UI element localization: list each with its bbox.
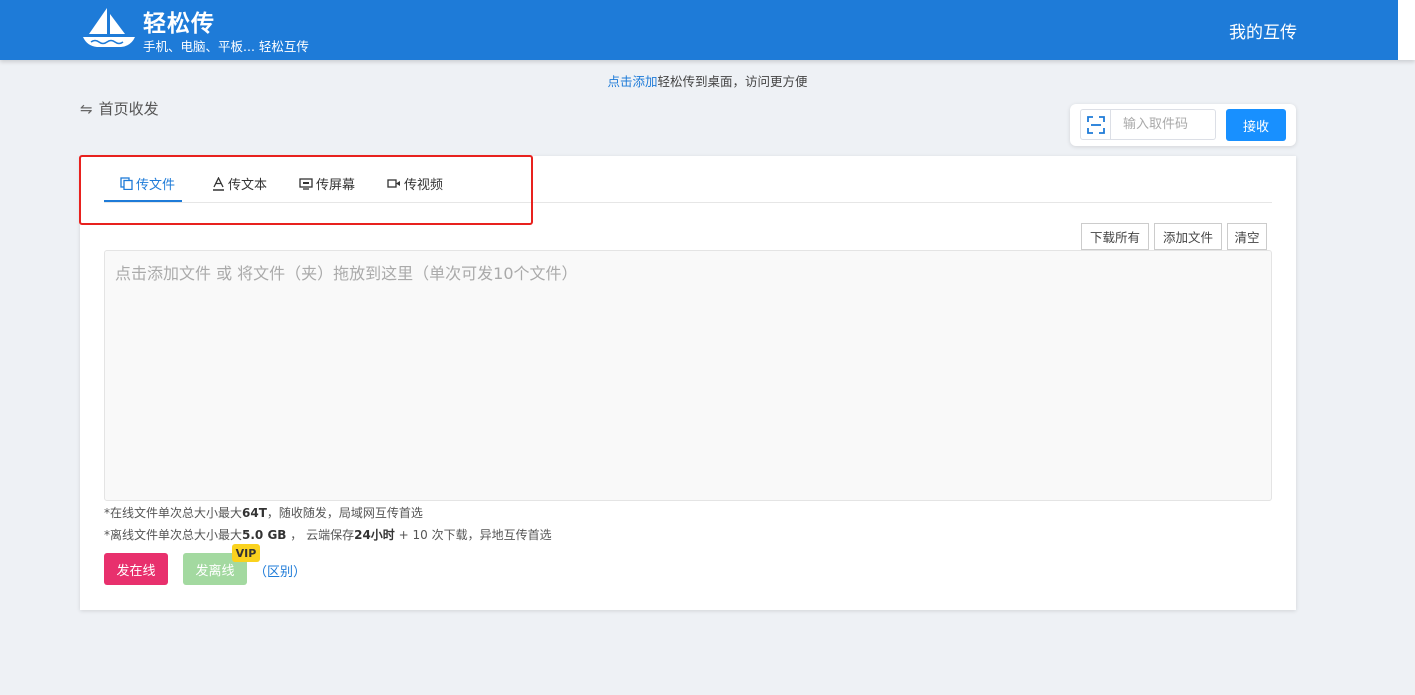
info-bold: 5.0 GB (242, 528, 287, 542)
video-icon (387, 179, 400, 188)
online-info-line: *在线文件单次总大小最大64T，随收随发，局域网互传首选 (104, 504, 423, 521)
brand-subtitle: 手机、电脑、平板... 轻松互传 (143, 39, 309, 54)
receive-button[interactable]: 接收 (1226, 109, 1286, 141)
tab-label: 传屏幕 (316, 178, 356, 193)
tab-send-screen[interactable]: 传屏幕 (299, 174, 355, 193)
add-to-desktop-link[interactable]: 点击添加 (607, 74, 657, 89)
active-tab-indicator (104, 200, 182, 202)
tab-send-file[interactable]: 传文件 (120, 174, 175, 193)
tab-send-video[interactable]: 传视频 (387, 174, 443, 193)
info-text: ， 云端保存 (286, 528, 355, 542)
file-copy-icon (120, 177, 133, 190)
app-header: 轻松传 手机、电脑、平板... 轻松互传 我的互传 (0, 0, 1415, 60)
pickup-code-field (1080, 109, 1216, 140)
info-bold: 24小时 (354, 528, 395, 542)
notice-text: 轻松传到桌面，访问更方便 (657, 74, 808, 89)
sailboat-logo-icon (83, 8, 135, 47)
offline-info-line: *离线文件单次总大小最大5.0 GB ， 云端保存24小时 + 10 次下载，异… (104, 526, 552, 543)
vip-badge: VIP (232, 544, 260, 562)
info-text: *在线文件单次总大小最大 (104, 506, 243, 520)
send-online-button[interactable]: 发在线 (104, 553, 168, 585)
my-transfers-link[interactable]: 我的互传 (1229, 18, 1297, 43)
clear-button[interactable]: 清空 (1227, 223, 1267, 250)
scrollbar-track (1398, 0, 1415, 60)
pickup-code-input[interactable] (1111, 110, 1215, 139)
breadcrumb: ⇋ 首页收发 (80, 98, 159, 119)
file-drop-zone[interactable]: 点击添加文件 或 将文件（夹）拖放到这里（单次可发10个文件） (104, 250, 1272, 501)
add-file-button[interactable]: 添加文件 (1154, 223, 1222, 250)
scan-icon[interactable] (1081, 110, 1111, 139)
tab-send-text[interactable]: 传文本 (212, 174, 267, 193)
screen-icon (299, 177, 313, 190)
tab-bar: 传文件 传文本 传屏幕 传视频 (104, 156, 1272, 203)
brand-title: 轻松传 (143, 11, 215, 37)
tab-label: 传视频 (404, 178, 444, 193)
receive-panel: 接收 (1070, 104, 1296, 146)
drop-zone-hint: 点击添加文件 或 将文件（夹）拖放到这里（单次可发10个文件） (115, 264, 578, 283)
text-icon (213, 176, 224, 191)
send-card: 传文件 传文本 传屏幕 传视频 下载所有 添加文件 清空 点击添加文件 或 将文… (80, 156, 1296, 610)
tab-label: 传文本 (228, 178, 268, 193)
notice-bar: 点击添加轻松传到桌面，访问更方便 (0, 71, 1415, 90)
info-text: + 10 次下载，异地互传首选 (394, 528, 552, 542)
swap-arrows-icon: ⇋ (80, 99, 93, 118)
download-all-button[interactable]: 下载所有 (1081, 223, 1149, 250)
info-bold: 64T (242, 506, 267, 520)
tab-label: 传文件 (136, 178, 176, 193)
difference-link[interactable]: （区别） (254, 561, 306, 580)
info-text: ，随收随发，局域网互传首选 (266, 506, 423, 520)
info-text: *离线文件单次总大小最大 (104, 528, 243, 542)
breadcrumb-label: 首页收发 (98, 100, 159, 118)
